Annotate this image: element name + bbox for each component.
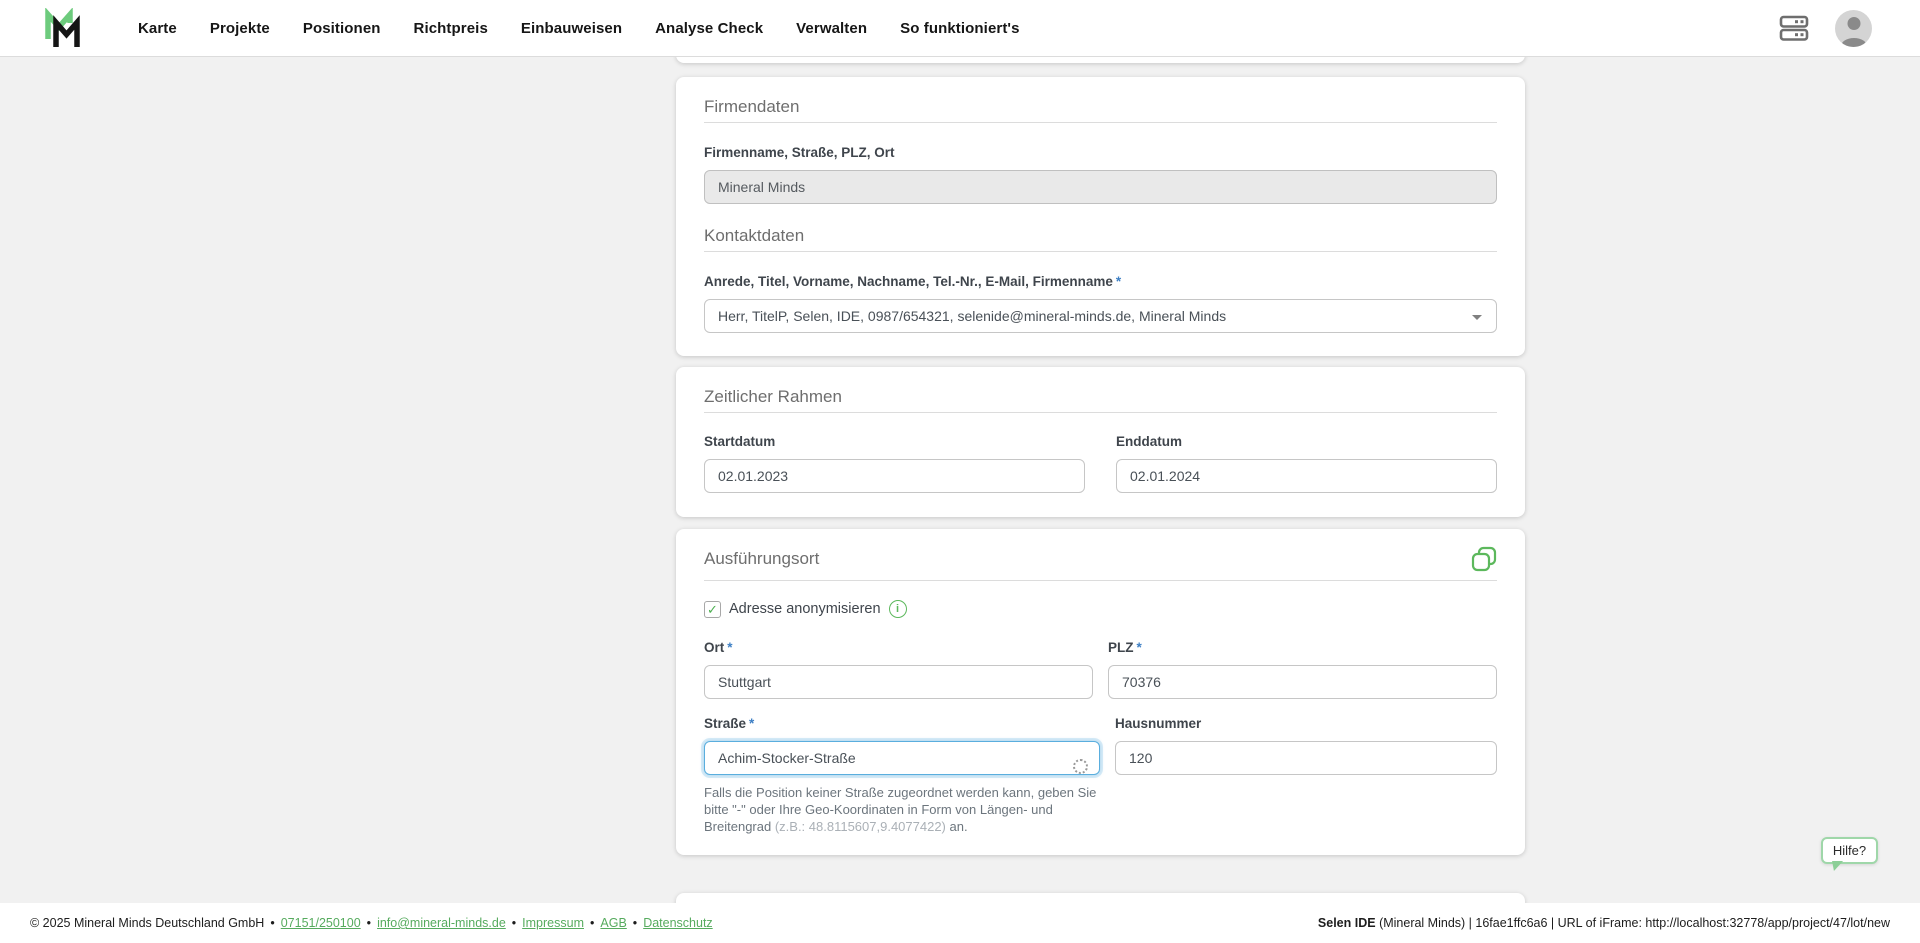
zip-label-text: PLZ: [1108, 640, 1134, 655]
footer-left: © 2025 Mineral Minds Deutschland GmbH • …: [30, 916, 713, 930]
navbar-right-icons: [1779, 9, 1872, 47]
city-input[interactable]: [704, 665, 1093, 699]
start-date-label: Startdatum: [704, 434, 776, 449]
anonymize-address-checkbox[interactable]: ✓: [704, 600, 721, 618]
info-icon[interactable]: i: [888, 600, 907, 618]
nav-item-analyse-check[interactable]: Analyse Check: [655, 20, 763, 37]
main-navigation: Karte Projekte Positionen Richtpreis Ein…: [138, 20, 1020, 37]
zip-label: PLZ *: [1108, 639, 1497, 657]
footer-link-datenschutz[interactable]: Datenschutz: [643, 916, 712, 930]
city-label-text: Ort: [704, 640, 725, 655]
street-label: Straße *: [704, 715, 1100, 733]
house-number-label: Hausnummer: [1115, 716, 1202, 731]
contact-select-value: Herr, TitelP, Selen, IDE, 0987/654321, s…: [718, 308, 1227, 324]
separator: •: [590, 916, 595, 930]
location-section-title: Ausführungsort: [704, 549, 820, 568]
nav-item-verwalten[interactable]: Verwalten: [796, 20, 867, 37]
divider: [704, 122, 1497, 123]
info-icon-glyph: i: [896, 603, 900, 615]
street-hint-example: (z.B.: 48.8115607,9.4077422): [774, 819, 946, 834]
copy-icon[interactable]: [1471, 546, 1497, 573]
company-section-title: Firmendaten: [704, 97, 800, 116]
company-name-field: [704, 170, 1497, 204]
footer-link-email[interactable]: info@mineral-minds.de: [377, 916, 506, 930]
check-icon: ✓: [707, 601, 718, 617]
divider: [704, 251, 1497, 252]
footer-link-impressum[interactable]: Impressum: [522, 916, 584, 930]
street-input[interactable]: [704, 741, 1100, 775]
contact-field-label-text: Anrede, Titel, Vorname, Nachname, Tel.-N…: [704, 274, 1113, 289]
nav-item-projekte[interactable]: Projekte: [210, 20, 270, 37]
footer: © 2025 Mineral Minds Deutschland GmbH • …: [0, 903, 1920, 943]
chevron-down-icon: [1472, 315, 1482, 320]
separator: •: [632, 916, 638, 930]
contact-field-label: Anrede, Titel, Vorname, Nachname, Tel.-N…: [704, 273, 1497, 291]
divider: [704, 412, 1497, 413]
nav-item-positionen[interactable]: Positionen: [303, 20, 381, 37]
anonymize-address-label: Adresse anonymisieren: [729, 601, 881, 617]
avatar-head: [1847, 16, 1860, 30]
server-rack-icon[interactable]: [1779, 14, 1809, 42]
mineral-minds-logo-icon[interactable]: [45, 8, 85, 48]
nav-item-einbauweisen[interactable]: Einbauweisen: [521, 20, 622, 37]
required-marker: *: [749, 716, 755, 731]
divider: [704, 580, 1497, 581]
required-marker: *: [1115, 274, 1122, 289]
nav-item-karte[interactable]: Karte: [138, 20, 177, 37]
company-data-card: Firmendaten Firmenname, Straße, PLZ, Ort…: [676, 77, 1525, 356]
required-marker: *: [727, 640, 733, 655]
copyright-text: © 2025 Mineral Minds Deutschland GmbH: [30, 916, 265, 930]
contact-select[interactable]: Herr, TitelP, Selen, IDE, 0987/654321, s…: [704, 299, 1497, 333]
separator: •: [511, 916, 517, 930]
footer-link-agb[interactable]: AGB: [600, 916, 626, 930]
user-avatar-icon[interactable]: [1835, 9, 1872, 47]
help-button-label: Hilfe?: [1832, 843, 1867, 858]
anonymize-address-row: ✓ Adresse anonymisieren i: [704, 600, 1497, 618]
timeframe-card: Zeitlicher Rahmen Startdatum Enddatum: [676, 367, 1525, 517]
top-navbar: Karte Projekte Positionen Richtpreis Ein…: [0, 0, 1920, 57]
zip-input[interactable]: [1108, 665, 1497, 699]
ide-status-text: Selen IDE (Mineral Minds) | 16fae1ffc6a6…: [1318, 916, 1890, 930]
company-field-label: Firmenname, Straße, PLZ, Ort: [704, 145, 895, 160]
ide-brand: Selen IDE: [1317, 916, 1376, 930]
app-screen: Karte Projekte Positionen Richtpreis Ein…: [0, 0, 1920, 943]
contact-section-title: Kontaktdaten: [704, 226, 805, 245]
street-label-text: Straße: [704, 716, 747, 731]
execution-location-card: Ausführungsort ✓ Adresse anonymisieren i…: [676, 529, 1525, 855]
separator: •: [270, 916, 275, 930]
ide-info: (Mineral Minds) | 16fae1ffc6a6 | URL of …: [1379, 916, 1890, 930]
nav-item-richtpreis[interactable]: Richtpreis: [414, 20, 488, 37]
required-marker: *: [1136, 640, 1142, 655]
nav-item-so-funktionierts[interactable]: So funktioniert's: [900, 20, 1019, 37]
street-hint-suffix: an.: [945, 819, 968, 834]
loading-spinner-icon: [1073, 759, 1088, 774]
street-hint: Falls die Position keiner Straße zugeord…: [704, 784, 1109, 835]
end-date-input[interactable]: [1116, 459, 1497, 493]
separator: •: [366, 916, 372, 930]
avatar-body: [1840, 37, 1867, 47]
house-number-input[interactable]: [1115, 741, 1497, 775]
footer-link-phone[interactable]: 07151/250100: [281, 916, 361, 930]
start-date-input[interactable]: [704, 459, 1085, 493]
help-button[interactable]: Hilfe?: [1821, 837, 1878, 864]
timeframe-section-title: Zeitlicher Rahmen: [704, 387, 842, 406]
end-date-label: Enddatum: [1116, 434, 1182, 449]
city-label: Ort *: [704, 639, 1093, 657]
